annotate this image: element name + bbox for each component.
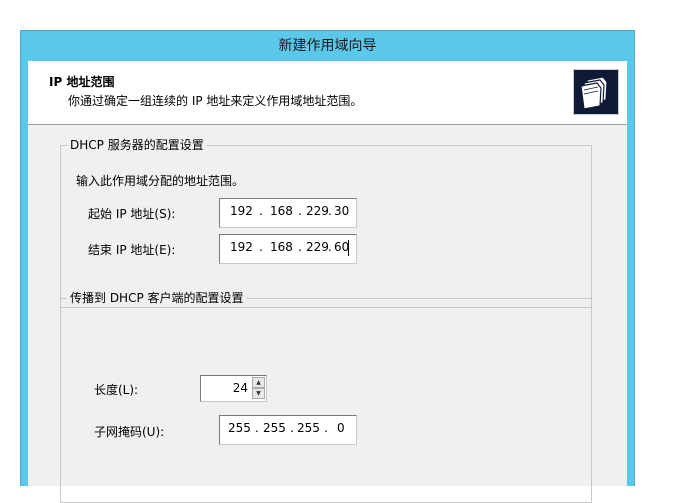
- ip-dot: .: [255, 421, 259, 435]
- end-ip-octet-4[interactable]: 60: [334, 240, 349, 254]
- ip-dot: .: [328, 240, 332, 254]
- start-ip-octet-4[interactable]: 30: [334, 204, 349, 218]
- dhcp-server-settings-group: DHCP 服务器的配置设置 输入此作用域分配的地址范围。 起始 IP 地址(S)…: [60, 137, 592, 308]
- start-ip-octet-3[interactable]: 229: [306, 204, 329, 218]
- ip-dot: .: [298, 240, 302, 254]
- ip-dot: .: [324, 421, 328, 435]
- start-ip-field[interactable]: 192 . 168 . 229 . 30: [219, 198, 357, 228]
- group-legend-client: 传播到 DHCP 客户端的配置设置: [67, 290, 247, 306]
- window-title: 新建作用域向导: [278, 38, 377, 54]
- mask-octet-1[interactable]: 255: [228, 421, 251, 435]
- subnet-mask-label: 子网掩码(U):: [94, 425, 165, 439]
- ip-dot: .: [328, 204, 332, 218]
- end-ip-field[interactable]: 192 . 168 . 229 . 60: [219, 234, 357, 264]
- length-value[interactable]: 24: [233, 381, 248, 395]
- end-ip-octet-2[interactable]: 168: [270, 240, 293, 254]
- ip-dot: .: [298, 204, 302, 218]
- spin-down-button[interactable]: ▼: [252, 388, 265, 399]
- start-ip-label: 起始 IP 地址(S):: [88, 207, 176, 221]
- mask-octet-4[interactable]: 0: [337, 421, 345, 435]
- mask-octet-3[interactable]: 255: [297, 421, 320, 435]
- wizard-header: IP 地址范围 你通过确定一组连续的 IP 地址来定义作用域地址范围。: [28, 61, 627, 125]
- length-label: 长度(L):: [94, 383, 139, 397]
- wizard-client-area: IP 地址范围 你通过确定一组连续的 IP 地址来定义作用域地址范围。 DHCP…: [28, 61, 627, 503]
- end-ip-octet-3[interactable]: 229: [306, 240, 329, 254]
- page-title: IP 地址范围: [49, 75, 115, 89]
- start-ip-octet-1[interactable]: 192: [230, 204, 253, 218]
- spin-up-button[interactable]: ▲: [252, 377, 265, 388]
- group-legend-dhcp-server: DHCP 服务器的配置设置: [67, 137, 207, 153]
- ip-dot: .: [259, 204, 263, 218]
- wizard-window: 新建作用域向导 IP 地址范围 你通过确定一组连续的 IP 地址来定义作用域地址…: [20, 30, 635, 503]
- range-instruction: 输入此作用域分配的地址范围。: [76, 174, 245, 188]
- subnet-mask-field[interactable]: 255 . 255 . 255 . 0: [219, 415, 357, 445]
- start-ip-octet-2[interactable]: 168: [270, 204, 293, 218]
- mask-octet-2[interactable]: 255: [263, 421, 286, 435]
- client-settings-group: 传播到 DHCP 客户端的配置设置 长度(L): 24 ▲ ▼ 子网掩码(U):…: [60, 290, 592, 503]
- end-ip-label: 结束 IP 地址(E):: [88, 243, 176, 257]
- ip-dot: .: [259, 240, 263, 254]
- ip-dot: .: [290, 421, 294, 435]
- text-cursor: [348, 240, 349, 256]
- page-description: 你通过确定一组连续的 IP 地址来定义作用域地址范围。: [68, 94, 363, 108]
- length-stepper[interactable]: 24 ▲ ▼: [200, 375, 267, 402]
- folders-icon: [573, 69, 619, 115]
- end-ip-octet-1[interactable]: 192: [230, 240, 253, 254]
